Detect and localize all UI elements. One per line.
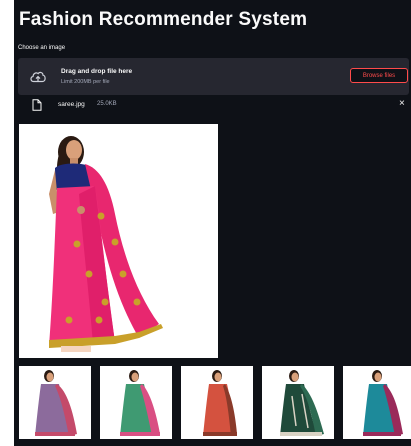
recommendation-thumb[interactable] — [343, 366, 411, 439]
uploaded-image-preview — [19, 124, 218, 358]
uploader-label: Choose an image — [18, 45, 66, 51]
uploaded-file-row: saree.jpg 25.0KB × — [18, 97, 409, 113]
app-container: Fashion Recommender System Choose an ima… — [14, 0, 411, 446]
cloud-upload-icon — [29, 69, 47, 85]
close-icon[interactable]: × — [399, 98, 405, 109]
file-icon — [32, 99, 42, 111]
browse-files-button[interactable]: Browse files — [350, 68, 408, 83]
recommendation-thumb[interactable] — [100, 366, 172, 439]
recommendation-thumb[interactable] — [181, 366, 253, 439]
uploaded-file-name: saree.jpg — [58, 101, 85, 108]
file-dropzone[interactable]: Drag and drop file here Limit 200MB per … — [18, 58, 409, 95]
uploaded-file-size: 25.0KB — [97, 101, 117, 107]
dropzone-title: Drag and drop file here — [61, 68, 133, 75]
dropzone-limit: Limit 200MB per file — [61, 79, 110, 85]
recommendation-thumb[interactable] — [262, 366, 334, 439]
recommendation-thumb[interactable] — [19, 366, 91, 439]
page-title: Fashion Recommender System — [19, 9, 308, 30]
